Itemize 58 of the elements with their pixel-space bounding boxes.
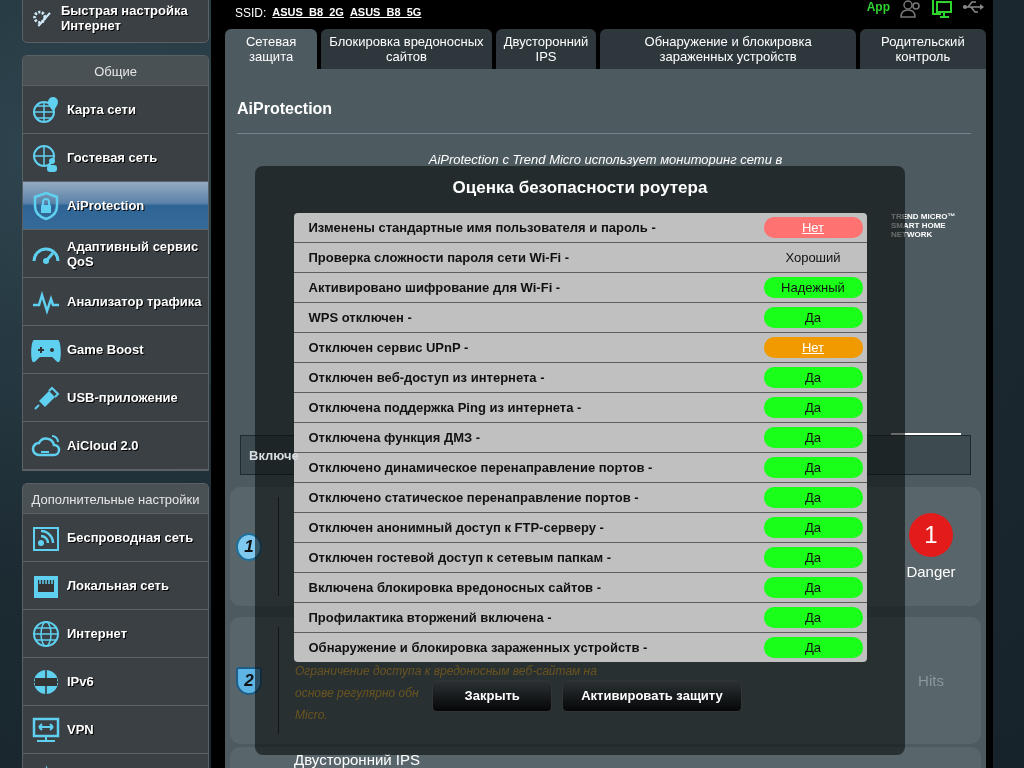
result-badge: Да <box>763 607 863 628</box>
check-label: Отключена функция ДМЗ - <box>308 430 481 445</box>
result-badge: Да <box>763 577 863 598</box>
result-badge: Да <box>763 517 863 538</box>
usb-icon[interactable] <box>962 0 984 14</box>
menu-section-title: Дополнительные настройки <box>23 484 208 514</box>
users-icon[interactable] <box>900 0 922 18</box>
section-title: Двусторонний IPS <box>294 752 421 767</box>
result-badge: Да <box>763 637 863 658</box>
intro-text: AiProtection с Trend Micro использует мониторинг сети в <box>428 152 783 167</box>
quick-setup-button[interactable]: Быстрая настройка Интернет <box>22 0 209 43</box>
check-label: Проверка сложности пароля сети Wi-Fi - <box>308 250 570 265</box>
danger-count: 1 <box>909 513 953 557</box>
check-label: Отключено динамическое перенаправление портов - <box>308 460 653 475</box>
result-badge: Да <box>763 547 863 568</box>
sidebar-item[interactable]: AiProtection <box>23 182 208 230</box>
result-badge: Да <box>763 487 863 508</box>
result-badge: Да <box>763 457 863 478</box>
monitor-icon[interactable] <box>932 0 952 18</box>
result-badge: Надежный <box>763 277 863 298</box>
check-label: Профилактика вторжений включена - <box>308 610 552 625</box>
check-label: Отключено статическое перенаправление портов - <box>308 490 639 505</box>
ssid-link[interactable]: ASUS_B8_5G <box>349 6 422 20</box>
description-line: основе регулярно обн <box>295 685 419 701</box>
check-result: Хороший <box>784 250 842 265</box>
check-label: Включена блокировка вредоносных сайтов - <box>308 580 602 595</box>
page-title: AiProtection <box>237 99 334 119</box>
count-label: Danger <box>906 563 956 580</box>
check-label: Отключен веб-доступ из интернета - <box>308 370 545 385</box>
magnifier-number-icon: 1 <box>236 532 262 561</box>
check-label: Отключен анонимный доступ к FTP-серверу - <box>308 520 604 535</box>
result-badge: Да <box>763 367 863 388</box>
ssid-link[interactable]: ASUS_B8_2G <box>272 6 344 20</box>
check-label: Отключен гостевой доступ к сетевым папкам - <box>308 550 612 565</box>
tab[interactable]: Родительский контроль <box>859 29 986 69</box>
app-link[interactable]: App <box>866 0 890 14</box>
check-label: Отключен сервис UPnP - <box>308 340 469 355</box>
check-label: Активировано шифрование для Wi-Fi - <box>308 280 561 295</box>
shield-number-icon: 2 <box>236 666 262 695</box>
description-line: Micro. <box>295 707 328 723</box>
check-label: Обнаружение и блокировка зараженных устройств - <box>308 640 648 655</box>
result-badge: Да <box>763 397 863 418</box>
check-label: Отключена поддержка Ping из интернета - <box>308 400 582 415</box>
activate-button[interactable]: Активировать защиту <box>562 680 742 712</box>
dialog-title: Оценка безопасности роутера <box>452 177 708 199</box>
menu-section-title: Общие <box>23 56 208 86</box>
tab[interactable]: Двусторонний IPS <box>495 29 597 69</box>
check-label: Изменены стандартные имя пользователя и пароль - <box>308 220 656 235</box>
check-label: WPS отключен - <box>308 310 412 325</box>
close-button[interactable]: Закрыть <box>432 680 553 712</box>
tab[interactable]: Сетевая защита <box>225 29 318 69</box>
result-badge: Да <box>763 307 863 328</box>
shield-lock-icon <box>31 190 61 221</box>
globe-pin-icon <box>31 94 61 125</box>
result-badge: Да <box>763 427 863 448</box>
ssid-label: SSID: <box>235 6 267 20</box>
tab[interactable]: Блокировка вредоносных сайтов <box>321 29 492 69</box>
tab[interactable]: Обнаружение и блокировка зараженных устройств <box>600 29 856 69</box>
